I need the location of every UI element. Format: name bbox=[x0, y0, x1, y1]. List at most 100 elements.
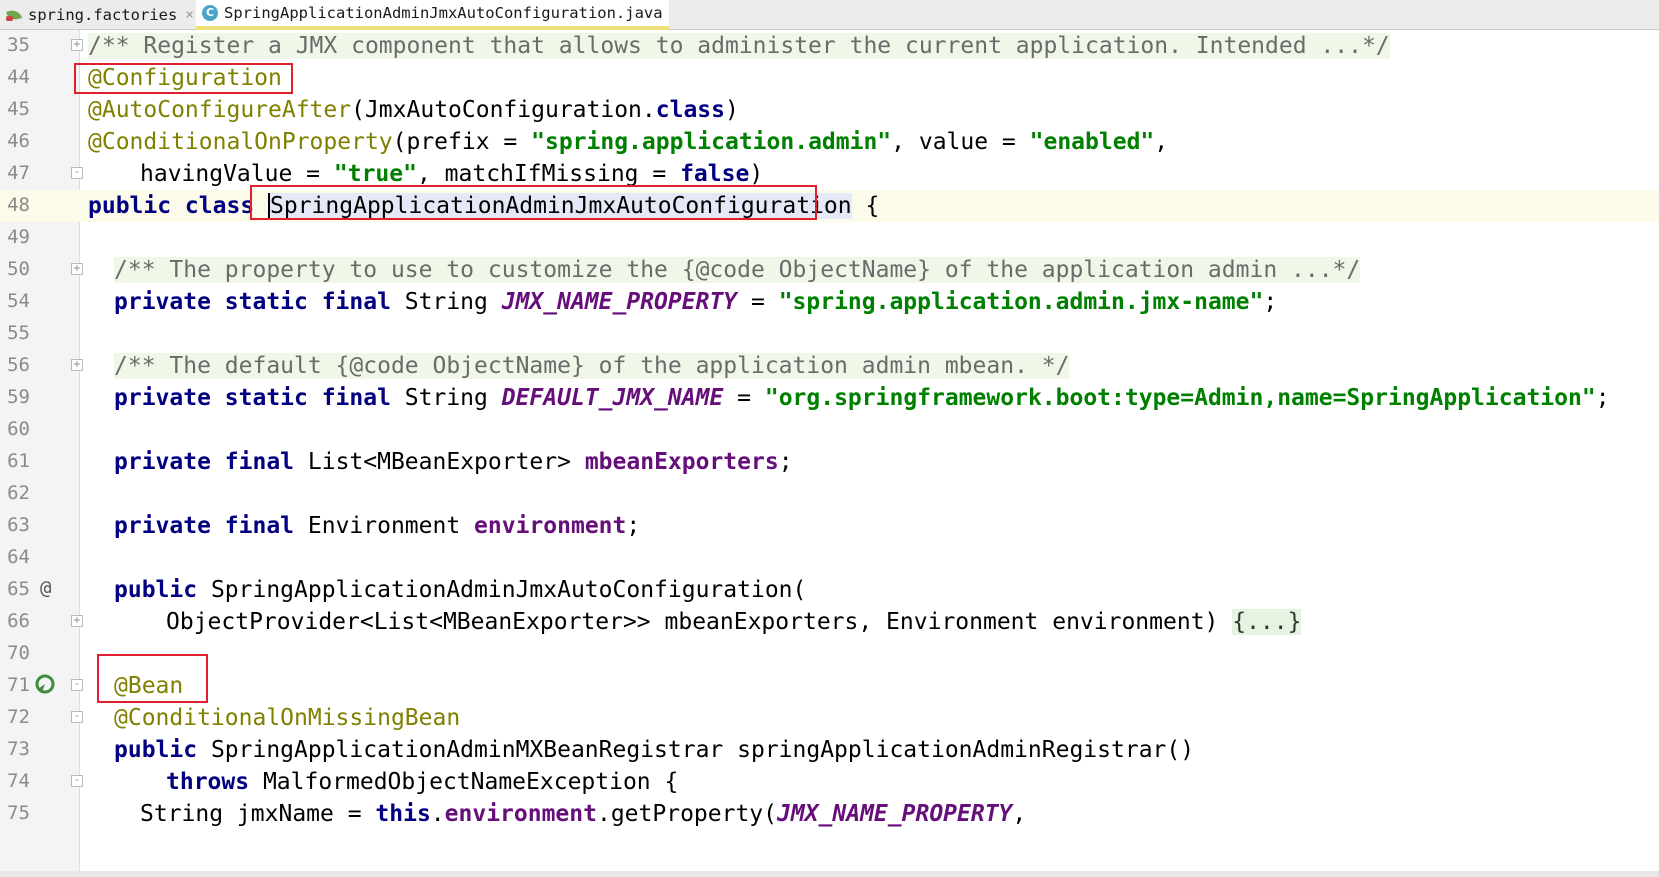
code-text: ; bbox=[778, 449, 793, 475]
field: mbeanExporters bbox=[584, 449, 779, 475]
code-line: 75 String jmxName = this.environment.get… bbox=[0, 798, 1659, 830]
line-number: 47 bbox=[7, 162, 30, 184]
code-line: 65 @ public SpringApplicationAdminJmxAut… bbox=[0, 574, 1659, 606]
code-text: SpringApplicationAdminMXBeanRegistrar sp… bbox=[210, 737, 1195, 763]
code-line: 71 - @Bean bbox=[0, 670, 1659, 702]
editor-tab-bar: spring.factories × C SpringApplicationAd… bbox=[0, 0, 1659, 30]
spring-leaf-icon bbox=[6, 7, 22, 23]
code-text: { bbox=[851, 193, 880, 219]
line-number: 74 bbox=[7, 770, 30, 792]
keyword: false bbox=[680, 161, 750, 187]
fold-collapse-icon[interactable]: - bbox=[71, 775, 83, 787]
code-text: MalformedObjectNameException { bbox=[262, 769, 679, 795]
code-line: 59 private static final String DEFAULT_J… bbox=[0, 382, 1659, 414]
fold-collapse-icon[interactable]: - bbox=[71, 711, 83, 723]
fold-expand-icon[interactable]: + bbox=[71, 615, 83, 627]
line-number: 70 bbox=[7, 642, 30, 664]
line-number: 63 bbox=[7, 514, 30, 536]
code-text: ; bbox=[626, 513, 641, 539]
code-line: 66 + ObjectProvider<List<MBeanExporter>>… bbox=[0, 606, 1659, 638]
code-text: ; bbox=[1595, 385, 1610, 411]
folded-code-block[interactable]: {...} bbox=[1232, 609, 1302, 635]
code-line: 60 bbox=[0, 414, 1659, 446]
annotation: @ConditionalOnProperty bbox=[88, 129, 393, 155]
code-text: = bbox=[723, 385, 765, 411]
fold-expand-icon[interactable]: + bbox=[71, 263, 83, 275]
code-editor[interactable]: 35 + /** Register a JMX component that a… bbox=[0, 30, 1659, 877]
fold-collapse-icon[interactable]: - bbox=[71, 679, 83, 691]
code-line: 63 private final Environment environment… bbox=[0, 510, 1659, 542]
fold-expand-icon[interactable]: + bbox=[71, 359, 83, 371]
fold-expand-icon[interactable]: + bbox=[71, 39, 83, 51]
code-line: 64 bbox=[0, 542, 1659, 574]
code-text: String bbox=[404, 385, 502, 411]
code-line: 70 bbox=[0, 638, 1659, 670]
code-line: 73 public SpringApplicationAdminMXBeanRe… bbox=[0, 734, 1659, 766]
code-text: SpringApplicationAdminJmxAutoConfigurati… bbox=[210, 577, 807, 603]
code-text: , bbox=[1154, 129, 1169, 155]
tab-springapplicationadminjmxautoconfiguration[interactable]: C SpringApplicationAdminJmxAutoConfigura… bbox=[196, 0, 669, 30]
code-line-current: 48 public class SpringApplicationAdminJm… bbox=[0, 190, 1659, 222]
code-text: , bbox=[1012, 801, 1027, 827]
static-field: DEFAULT_JMX_NAME bbox=[501, 385, 724, 411]
doc-comment: /** Register a JMX component that allows… bbox=[88, 33, 1390, 59]
code-line: 74 - throws MalformedObjectNameException… bbox=[0, 766, 1659, 798]
line-number: 65 bbox=[7, 578, 30, 600]
string-literal: "true" bbox=[333, 161, 417, 187]
code-text: String bbox=[404, 289, 502, 315]
line-number: 45 bbox=[7, 98, 30, 120]
code-text: .getProperty( bbox=[596, 801, 777, 827]
line-number: 55 bbox=[7, 322, 30, 344]
line-number: 44 bbox=[7, 66, 30, 88]
autowired-at-icon[interactable]: @ bbox=[40, 577, 51, 599]
code-line: 47 - havingValue = "true", matchIfMissin… bbox=[0, 158, 1659, 190]
line-number: 56 bbox=[7, 354, 30, 376]
line-number: 73 bbox=[7, 738, 30, 760]
keyword: private static final bbox=[114, 385, 405, 411]
code-line: 56 + /** The default {@code ObjectName} … bbox=[0, 350, 1659, 382]
keyword: this bbox=[375, 801, 431, 827]
bean-navigate-icon[interactable] bbox=[34, 673, 56, 700]
java-class-icon: C bbox=[202, 5, 218, 21]
tab-spring-factories[interactable]: spring.factories × bbox=[0, 0, 200, 30]
annotation: @AutoConfigureAfter bbox=[88, 97, 352, 123]
keyword: class bbox=[655, 97, 725, 123]
line-number: 54 bbox=[7, 290, 30, 312]
code-text: ObjectProvider<List<MBeanExporter>> mbea… bbox=[166, 609, 1233, 635]
line-number: 61 bbox=[7, 450, 30, 472]
string-literal: "org.springframework.boot:type=Admin,nam… bbox=[764, 385, 1596, 411]
code-line: 49 bbox=[0, 222, 1659, 254]
line-number: 71 bbox=[7, 674, 30, 696]
annotation: @ConditionalOnMissingBean bbox=[114, 705, 461, 731]
keyword: private final bbox=[114, 513, 308, 539]
static-field: JMX_NAME_PROPERTY bbox=[501, 289, 738, 315]
code-line: 35 + /** Register a JMX component that a… bbox=[0, 30, 1659, 62]
line-number: 46 bbox=[7, 130, 30, 152]
line-number: 60 bbox=[7, 418, 30, 440]
line-number: 35 bbox=[7, 34, 30, 56]
code-line: 46 @ConditionalOnProperty(prefix = "spri… bbox=[0, 126, 1659, 158]
string-literal: "spring.application.admin" bbox=[531, 129, 892, 155]
line-number: 72 bbox=[7, 706, 30, 728]
code-text: String jmxName = bbox=[140, 801, 376, 827]
fold-collapse-icon[interactable]: - bbox=[71, 167, 83, 179]
line-number: 62 bbox=[7, 482, 30, 504]
code-line: 55 bbox=[0, 318, 1659, 350]
keyword: throws bbox=[166, 769, 263, 795]
code-text: (JmxAutoConfiguration. bbox=[351, 97, 656, 123]
horizontal-scrollbar[interactable] bbox=[0, 871, 1659, 877]
line-number: 48 bbox=[7, 194, 30, 216]
code-text: , value = bbox=[891, 129, 1030, 155]
code-text: . bbox=[430, 801, 445, 827]
string-literal: "enabled" bbox=[1029, 129, 1155, 155]
code-line: 72 - @ConditionalOnMissingBean bbox=[0, 702, 1659, 734]
line-number: 75 bbox=[7, 802, 30, 824]
line-number: 50 bbox=[7, 258, 30, 280]
code-line: 45 @AutoConfigureAfter(JmxAutoConfigurat… bbox=[0, 94, 1659, 126]
tab-label: SpringApplicationAdminJmxAutoConfigurati… bbox=[224, 4, 663, 22]
close-icon[interactable]: × bbox=[185, 7, 193, 23]
code-text: ; bbox=[1263, 289, 1278, 315]
code-text: ) bbox=[749, 161, 764, 187]
field: environment bbox=[474, 513, 627, 539]
highlight-box-class-name bbox=[250, 185, 817, 220]
